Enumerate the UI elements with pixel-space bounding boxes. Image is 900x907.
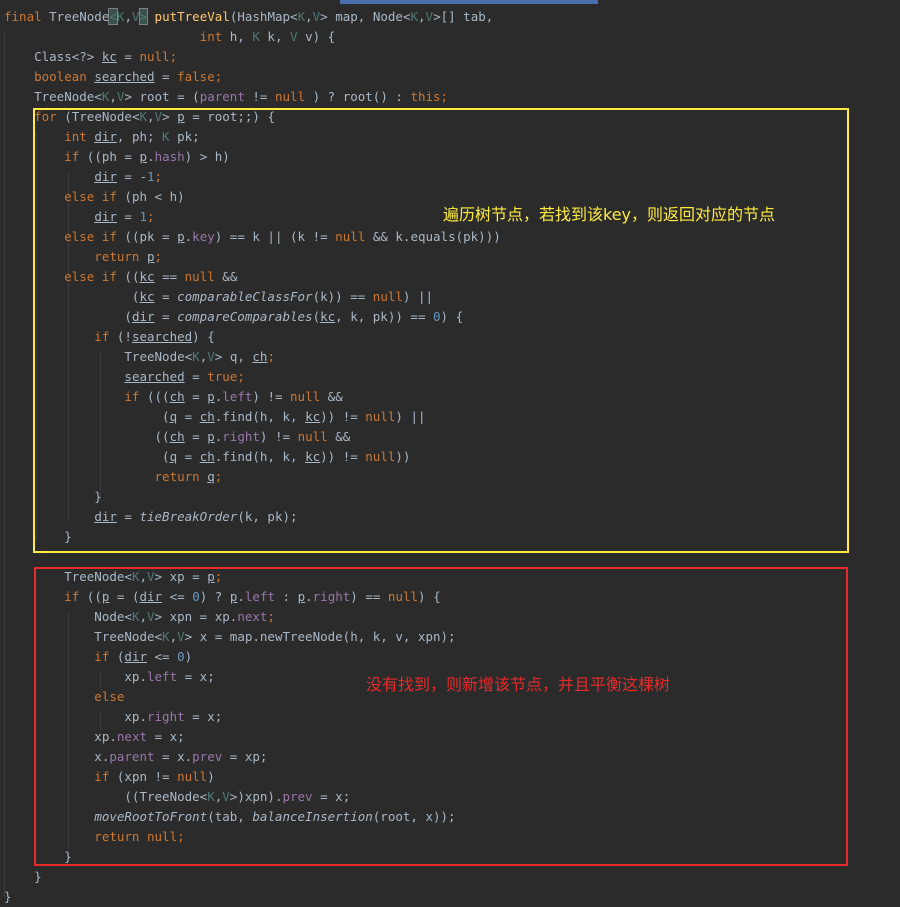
editor-top-scrollbar[interactable]	[0, 0, 900, 4]
code-token: V	[425, 9, 434, 24]
traverse-highlight-box	[33, 108, 849, 553]
code-token: ,	[418, 9, 426, 24]
code-token: null	[274, 89, 306, 104]
code-token: h,	[229, 29, 253, 44]
code-token: <	[108, 8, 118, 25]
insert-highlight-box	[34, 567, 848, 866]
code-token: this	[410, 89, 441, 104]
code-token: >	[138, 8, 148, 25]
code-token: kc	[101, 49, 117, 64]
code-token: ,	[305, 9, 313, 24]
code-token: ,	[109, 89, 117, 104]
code-token: =	[154, 69, 178, 84]
code-token: ;	[440, 89, 449, 104]
code-token: > map, Node<	[320, 9, 411, 24]
code-token: ) ? root() :	[305, 89, 411, 104]
code-token: putTreeVal	[147, 9, 230, 24]
code-token: boolean	[4, 69, 95, 84]
code-token: }	[4, 869, 42, 884]
insert-annotation: 没有找到，则新增该节点，并且平衡这棵树	[366, 675, 671, 694]
code-token: ;	[214, 69, 223, 84]
code-token: v) {	[305, 29, 336, 44]
code-token: > root = (	[124, 89, 200, 104]
code-line[interactable]: final TreeNode<K,V> putTreeVal(HashMap<K…	[4, 7, 493, 27]
code-token: }	[4, 889, 12, 904]
code-token: searched	[94, 69, 155, 84]
code-token: TreeNode	[49, 9, 110, 24]
code-line[interactable]: TreeNode<K,V> root = (parent != null ) ?…	[4, 87, 448, 107]
code-token: K	[297, 9, 306, 24]
code-token: ;	[169, 49, 178, 64]
code-token: (HashMap<	[229, 9, 298, 24]
code-token: int	[199, 29, 230, 44]
code-token: TreeNode<	[4, 89, 102, 104]
code-token: V	[290, 29, 306, 44]
scroll-thumb[interactable]	[340, 0, 598, 4]
code-token: K	[252, 29, 268, 44]
code-token: >[] tab,	[433, 9, 494, 24]
code-token: Class<?>	[4, 49, 102, 64]
code-token: ,	[124, 9, 132, 24]
code-token: !=	[244, 89, 275, 104]
code-line[interactable]: int h, K k, V v) {	[4, 27, 336, 47]
code-token: k,	[267, 29, 290, 44]
code-line[interactable]: }	[4, 867, 42, 887]
code-token: =	[116, 49, 140, 64]
code-token: parent	[199, 89, 245, 104]
code-line[interactable]: Class<?> kc = null;	[4, 47, 177, 67]
code-line[interactable]: }	[4, 887, 12, 907]
code-line[interactable]: boolean searched = false;	[4, 67, 222, 87]
traverse-annotation: 遍历树节点，若找到该key，则返回对应的节点	[443, 205, 776, 224]
code-token: V	[131, 9, 140, 24]
code-token: final	[4, 9, 50, 24]
code-token: K	[410, 9, 418, 24]
code-token: false	[177, 69, 215, 84]
code-token: null	[139, 49, 170, 64]
